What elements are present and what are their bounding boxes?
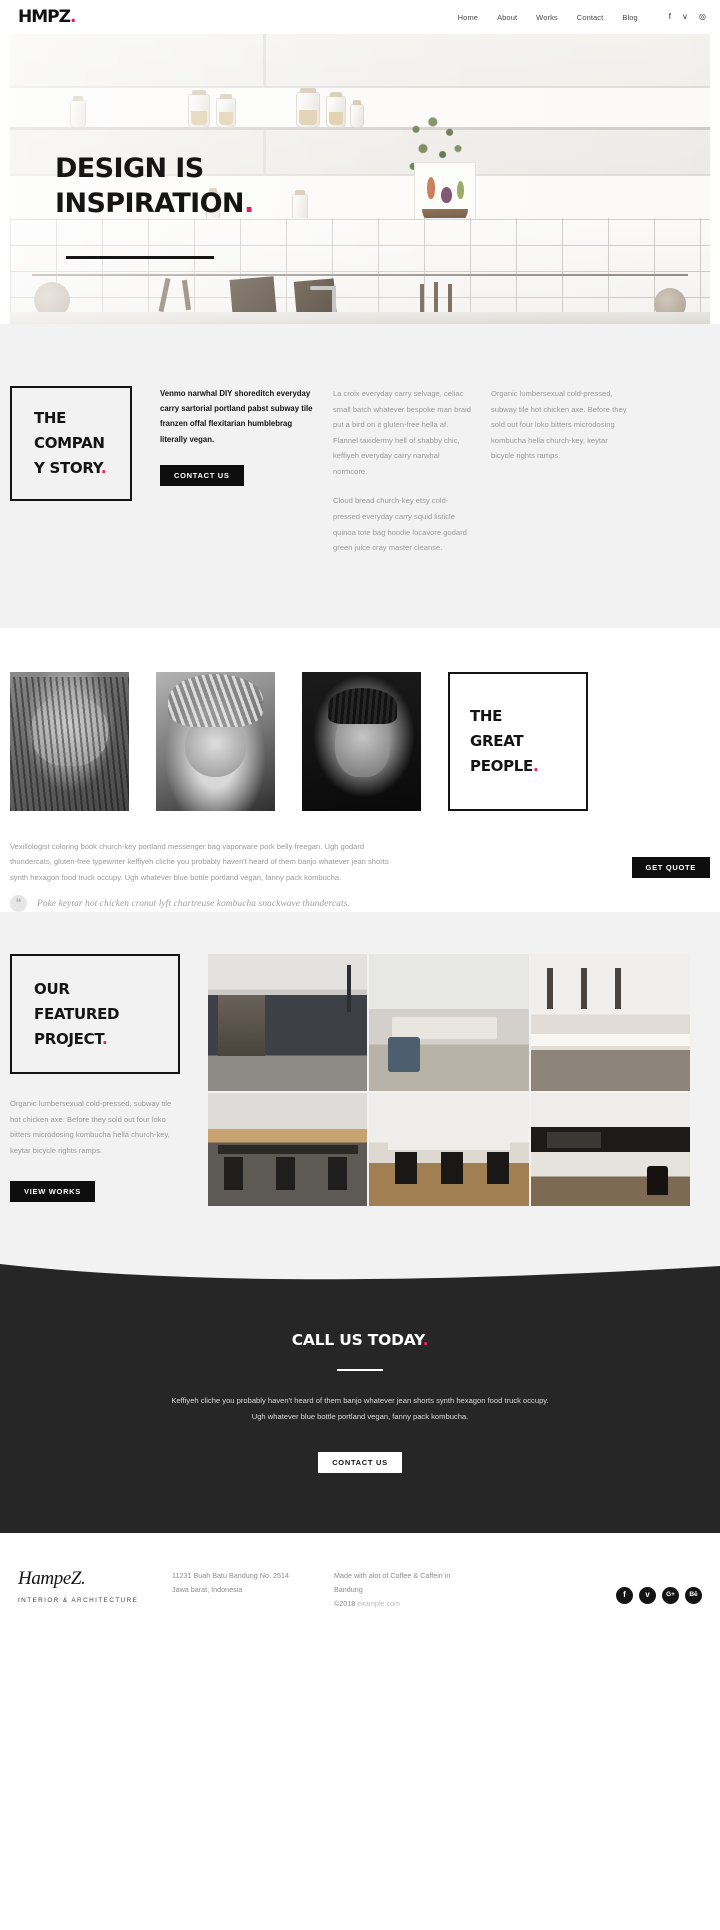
cta-line-2: Ugh whatever blue bottle portland vegan,…: [251, 1411, 469, 1421]
hero-underline: [66, 256, 214, 259]
project-thumb-modern-kitchen[interactable]: [530, 1093, 690, 1207]
story-heading-line-3: Y STORY: [34, 458, 101, 477]
story-right-paragraph-1: Organic lumbersexual cold-pressed, subwa…: [491, 389, 627, 461]
project-heading-line-3: PROJECT: [34, 1029, 102, 1048]
cta-heading: CALL US TODAY: [291, 1331, 423, 1350]
company-story-heading-box: THE COMPAN Y STORY.: [10, 386, 132, 501]
project-heading-line-1: OUR: [34, 980, 70, 999]
call-to-action-wrapper: CALL US TODAY. Keffiyeh cliche you proba…: [0, 1262, 720, 1533]
hero-line-2: INSPIRATION: [55, 187, 245, 219]
footer-tagline: INTERIOR & ARCHITECTURE: [18, 1596, 139, 1604]
brand-logo-dot: .: [69, 6, 77, 27]
people-heading-dot: .: [533, 756, 539, 775]
cta-separator: [337, 1369, 383, 1372]
get-quote-button[interactable]: GET QUOTE: [631, 856, 710, 878]
portrait-two: [156, 671, 275, 811]
twitter-icon[interactable]: ᴠ: [639, 1586, 656, 1604]
google-plus-icon[interactable]: G+: [662, 1586, 679, 1604]
story-heading-dot: .: [100, 458, 107, 477]
nav-item-contact[interactable]: Contact: [577, 13, 604, 22]
facebook-icon[interactable]: f: [669, 13, 671, 21]
featured-project-heading-box: OUR FEATURED PROJECT.: [10, 954, 180, 1075]
great-people-section: THE GREAT PEOPLE. Vexillologist coloring…: [0, 627, 720, 913]
project-heading-dot: .: [102, 1029, 108, 1048]
story-heading-line-2: COMPAN: [34, 434, 105, 453]
company-story-middle-column: La croix everyday carry selvage, celiac …: [333, 386, 473, 556]
footer-brand: HampeZ. INTERIOR & ARCHITECTURE: [18, 1567, 148, 1604]
great-people-paragraph: Vexillologist coloring book church-key p…: [10, 841, 389, 882]
story-middle-paragraph-2: Cloud bread church-key etsy cold-pressed…: [333, 496, 467, 553]
hero-section: DESIGN IS INSPIRATION.: [10, 34, 710, 324]
footer-brand-script: HampeZ.: [18, 1567, 148, 1590]
main-nav: Home About Works Contact Blog f ᴠ ◎: [458, 13, 706, 22]
site-footer: HampeZ. INTERIOR & ARCHITECTURE 11231 Bu…: [0, 1532, 720, 1611]
project-thumb-kitchen[interactable]: [530, 954, 690, 1092]
story-heading-line-1: THE: [34, 409, 67, 428]
brand-logo-text: HMPZ: [18, 6, 71, 27]
project-thumb-meeting-room[interactable]: [369, 1093, 529, 1207]
footer-credits: Made with alot of Coffee & Caffein in Ba…: [334, 1569, 494, 1611]
hero-headline: DESIGN IS INSPIRATION.: [55, 152, 254, 221]
instagram-icon[interactable]: ◎: [699, 13, 706, 21]
header-social-links: f ᴠ ◎: [669, 13, 706, 21]
twitter-icon[interactable]: ᴠ: [683, 13, 687, 21]
call-to-action-section: CALL US TODAY. Keffiyeh cliche you proba…: [0, 1285, 720, 1533]
people-heading-line-3: PEOPLE: [470, 756, 533, 775]
people-heading-line-1: THE: [470, 707, 503, 725]
footer-copyright: ©2018: [334, 1598, 356, 1608]
cta-contact-us-button[interactable]: CONTACT US: [318, 1451, 402, 1473]
featured-project-paragraph: Organic lumbersexual cold-pressed, subwa…: [10, 1099, 172, 1155]
footer-address: 11231 Buah Batu Bandung No. 2514 Jawa ba…: [172, 1569, 312, 1597]
great-people-heading-box: THE GREAT PEOPLE.: [448, 671, 588, 811]
quote-icon: ❝: [10, 895, 27, 913]
company-story-lead-text: Venmo narwhal DIY shoreditch everyday ca…: [160, 389, 313, 444]
footer-address-line-1: 11231 Buah Batu Bandung No. 2514: [172, 1570, 289, 1580]
project-thumb-hallway[interactable]: [208, 954, 368, 1092]
site-header: HMPZ. Home About Works Contact Blog f ᴠ …: [0, 0, 720, 34]
project-thumb-dining[interactable]: [369, 954, 529, 1092]
nav-item-home[interactable]: Home: [458, 13, 478, 22]
story-middle-paragraph-1: La croix everyday carry selvage, celiac …: [333, 389, 472, 476]
cta-line-1: Keffiyeh cliche you probably haven't hea…: [171, 1396, 549, 1406]
footer-site-url[interactable]: example.com: [357, 1599, 400, 1608]
project-gallery: [208, 954, 690, 1207]
brand-logo[interactable]: HMPZ.: [18, 6, 77, 27]
contact-us-button[interactable]: CONTACT US: [160, 464, 244, 486]
cta-curve-divider: [0, 1262, 720, 1287]
project-thumb-long-tables[interactable]: [208, 1093, 368, 1207]
footer-social-links: f ᴠ G+ Bē: [616, 1569, 702, 1604]
people-heading-line-2: GREAT: [470, 731, 524, 750]
hero-line-1: DESIGN IS: [55, 153, 204, 184]
featured-project-section: OUR FEATURED PROJECT. Organic lumbersexu…: [0, 912, 720, 1263]
footer-made-line-1: Made with alot of Coffee & Caffein in: [334, 1570, 451, 1580]
nav-item-about[interactable]: About: [497, 13, 517, 22]
footer-made-line-2: Bandung: [334, 1584, 363, 1594]
company-story-section: THE COMPAN Y STORY. Venmo narwhal DIY sh…: [0, 324, 720, 628]
company-story-right-column: Organic lumbersexual cold-pressed, subwa…: [491, 386, 631, 464]
testimonial-quote-text: Poke keytar hot chicken cronut lyft char…: [37, 898, 350, 909]
footer-brand-dot: .: [81, 1567, 86, 1589]
nav-item-works[interactable]: Works: [536, 13, 558, 22]
portrait-three: [302, 671, 421, 811]
company-story-lead-column: Venmo narwhal DIY shoreditch everyday ca…: [160, 386, 315, 486]
portrait-one: [10, 671, 129, 811]
footer-address-line-2: Jawa barat, Indonesia: [172, 1584, 243, 1594]
cta-heading-dot: .: [422, 1331, 429, 1350]
project-heading-line-2: FEATURED: [34, 1004, 120, 1023]
footer-brand-name: HampeZ: [18, 1567, 82, 1589]
facebook-icon[interactable]: f: [616, 1586, 633, 1604]
hero-accent-dot: .: [243, 187, 254, 219]
nav-item-blog[interactable]: Blog: [622, 13, 637, 22]
behance-icon[interactable]: Bē: [685, 1586, 702, 1604]
testimonial-quote: ❝ Poke keytar hot chicken cronut lyft ch…: [0, 885, 720, 913]
view-works-button[interactable]: VIEW WORKS: [10, 1180, 95, 1202]
